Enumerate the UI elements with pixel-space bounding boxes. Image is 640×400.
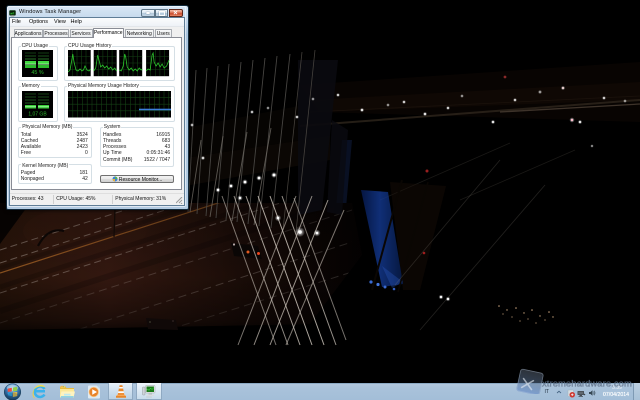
svg-text:xtremehardware.com: xtremehardware.com [542,378,632,389]
svg-text:45 %: 45 % [31,70,43,76]
svg-text:1,07 GB: 1,07 GB [28,111,47,117]
